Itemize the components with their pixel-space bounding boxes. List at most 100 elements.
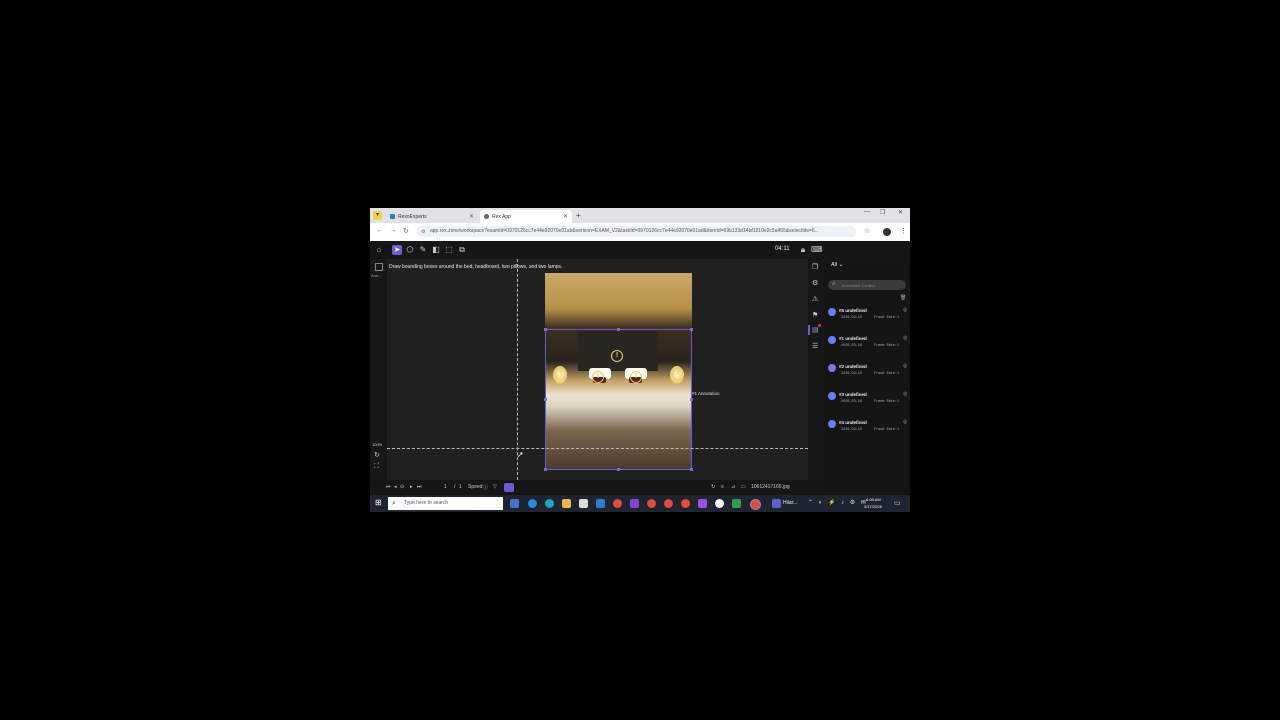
back-icon[interactable]: ←: [376, 227, 383, 234]
list-item[interactable]: #4 undefined 2026-03-16 Frame Rate:1 ◎: [827, 418, 907, 442]
forward-icon[interactable]: →: [390, 227, 397, 234]
prev-frame-icon[interactable]: ◂: [394, 484, 397, 490]
box-tool-icon[interactable]: ⬚: [444, 245, 454, 255]
delete-all-icon[interactable]: 🗑︎: [900, 295, 906, 301]
list-icon[interactable]: ≡: [721, 484, 724, 490]
chart-icon[interactable]: ⊿: [731, 484, 735, 490]
resize-handle[interactable]: [690, 468, 693, 471]
polygon-tool-icon[interactable]: ⬠: [405, 245, 415, 255]
settings-icon[interactable]: ⚙: [812, 279, 818, 287]
visibility-icon[interactable]: ◎: [903, 335, 907, 341]
taskbar-search-input[interactable]: ⌕ Type here to search: [388, 497, 503, 510]
fit-screen-icon[interactable]: ⛶: [374, 463, 379, 471]
refresh-icon[interactable]: ↻: [711, 484, 715, 490]
last-frame-icon[interactable]: ⏭: [417, 484, 422, 490]
resize-handle[interactable]: [690, 328, 693, 331]
close-icon[interactable]: ✕: [469, 213, 474, 220]
chrome-icon[interactable]: [664, 499, 673, 508]
tab-rexoexperts[interactable]: RexoExperts ✕: [386, 210, 478, 223]
item-frame: Frame Rate:1: [874, 372, 900, 376]
chrome-active-icon[interactable]: [750, 499, 761, 510]
copy-icon[interactable]: ❐: [812, 263, 818, 271]
annotation-label: #1 Annotation: [692, 391, 720, 396]
lock-icon[interactable]: 🔒︎: [798, 245, 808, 255]
system-tray-icons[interactable]: ⌃ ◐ ⚡ ♪ ⚙ ✉: [808, 499, 868, 506]
chevron-down-icon[interactable]: ▾: [373, 211, 382, 220]
first-frame-icon[interactable]: ⏮: [386, 484, 391, 490]
taskbar-app-label[interactable]: Hilar...: [783, 500, 797, 506]
timer: 04:11: [775, 246, 790, 252]
visibility-icon[interactable]: ◎: [903, 419, 907, 425]
folder-icon[interactable]: ▭: [741, 484, 746, 490]
list-item[interactable]: #3 undefined 2026-03-16 Frame Rate:1 ◎: [827, 390, 907, 414]
app-icon[interactable]: [772, 499, 781, 508]
resize-handle[interactable]: [544, 468, 547, 471]
close-window-icon[interactable]: ✕: [898, 209, 903, 216]
mail-icon[interactable]: [596, 499, 605, 508]
menu-icon[interactable]: ⋮: [900, 227, 907, 235]
layers-icon[interactable]: ☰: [812, 342, 818, 350]
visibility-icon[interactable]: ◎: [903, 363, 907, 369]
maximize-icon[interactable]: ❐: [880, 209, 885, 216]
bookmark-star-icon[interactable]: ☆: [864, 227, 870, 235]
store-icon[interactable]: [579, 499, 588, 508]
reload-icon[interactable]: ↻: [403, 227, 409, 235]
resize-handle[interactable]: [690, 398, 693, 401]
chrome-icon[interactable]: [681, 499, 690, 508]
browser-icon[interactable]: [545, 499, 554, 508]
resize-handle[interactable]: [617, 468, 620, 471]
visibility-icon[interactable]: ◎: [903, 391, 907, 397]
home-icon[interactable]: ⌂: [374, 245, 384, 255]
bookmark-icon[interactable]: ⚑: [812, 311, 818, 319]
profile-avatar[interactable]: [883, 228, 891, 236]
site-info-icon[interactable]: ⚙: [421, 229, 425, 235]
chrome-icon[interactable]: [647, 499, 656, 508]
list-item[interactable]: #1 undefined 2026-03-16 Frame Rate:1 ◎: [827, 334, 907, 358]
minimize-icon[interactable]: —: [864, 209, 870, 215]
rotate-icon[interactable]: ↻: [374, 451, 380, 459]
item-date: 2026-03-16: [841, 372, 863, 376]
info-icon[interactable]: ⓘ: [483, 484, 488, 491]
frame-marker[interactable]: [504, 483, 514, 492]
search-input[interactable]: ⌕ Annotated Content: [828, 280, 906, 290]
app-icon[interactable]: [715, 499, 724, 508]
tab-rex-app[interactable]: Rex App ✕: [480, 210, 572, 223]
next-frame-icon[interactable]: ▸: [410, 484, 413, 490]
crop-tool-icon[interactable]: ⧉: [457, 245, 467, 255]
url-field[interactable]: app.rex.zone/workspace?examId=0970126cc7…: [416, 226, 856, 237]
annotations-list-icon[interactable]: ▤: [812, 326, 819, 334]
annotation-tab-label[interactable]: Ann...: [371, 273, 381, 278]
list-item[interactable]: #2 undefined 2026-03-16 Frame Rate:1 ◎: [827, 362, 907, 386]
resize-handle[interactable]: [544, 328, 547, 331]
chrome-icon[interactable]: [613, 499, 622, 508]
notification-icon[interactable]: ▭: [894, 499, 901, 507]
close-icon[interactable]: ✕: [563, 213, 568, 220]
speed-label[interactable]: Speed: [468, 484, 482, 490]
task-view-icon[interactable]: [510, 499, 519, 508]
item-date: 2026-03-16: [841, 400, 863, 404]
annotation-dot: [828, 364, 836, 372]
alert-icon[interactable]: ⚠: [812, 295, 818, 303]
play-icon[interactable]: ⊙: [400, 484, 404, 490]
list-item[interactable]: #5 undefined 2026-03-16 Frame Rate:1 ◎: [827, 306, 907, 330]
resize-handle[interactable]: [617, 328, 620, 331]
app-icon[interactable]: [698, 499, 707, 508]
filter-dropdown[interactable]: All ⌄: [831, 262, 843, 268]
new-tab-icon[interactable]: +: [576, 211, 581, 220]
page-current[interactable]: 1: [444, 484, 447, 490]
item-title: #4 undefined: [839, 420, 867, 425]
select-tool-icon[interactable]: ➤: [392, 245, 402, 255]
app-icon[interactable]: [732, 499, 741, 508]
layer-icon[interactable]: [375, 263, 383, 271]
favicon-icon: [484, 214, 489, 219]
file-explorer-icon[interactable]: [562, 499, 571, 508]
pen-tool-icon[interactable]: ✎: [418, 245, 428, 255]
keyboard-icon[interactable]: ⌨: [811, 245, 823, 255]
app-icon[interactable]: [630, 499, 639, 508]
visibility-icon[interactable]: ◎: [903, 307, 907, 313]
panel-tool-icon[interactable]: ◧: [431, 245, 441, 255]
edge-icon[interactable]: [528, 499, 537, 508]
filter-icon[interactable]: ▽: [493, 484, 497, 490]
windows-start-icon[interactable]: ⊞: [375, 498, 382, 507]
resize-handle[interactable]: [544, 398, 547, 401]
